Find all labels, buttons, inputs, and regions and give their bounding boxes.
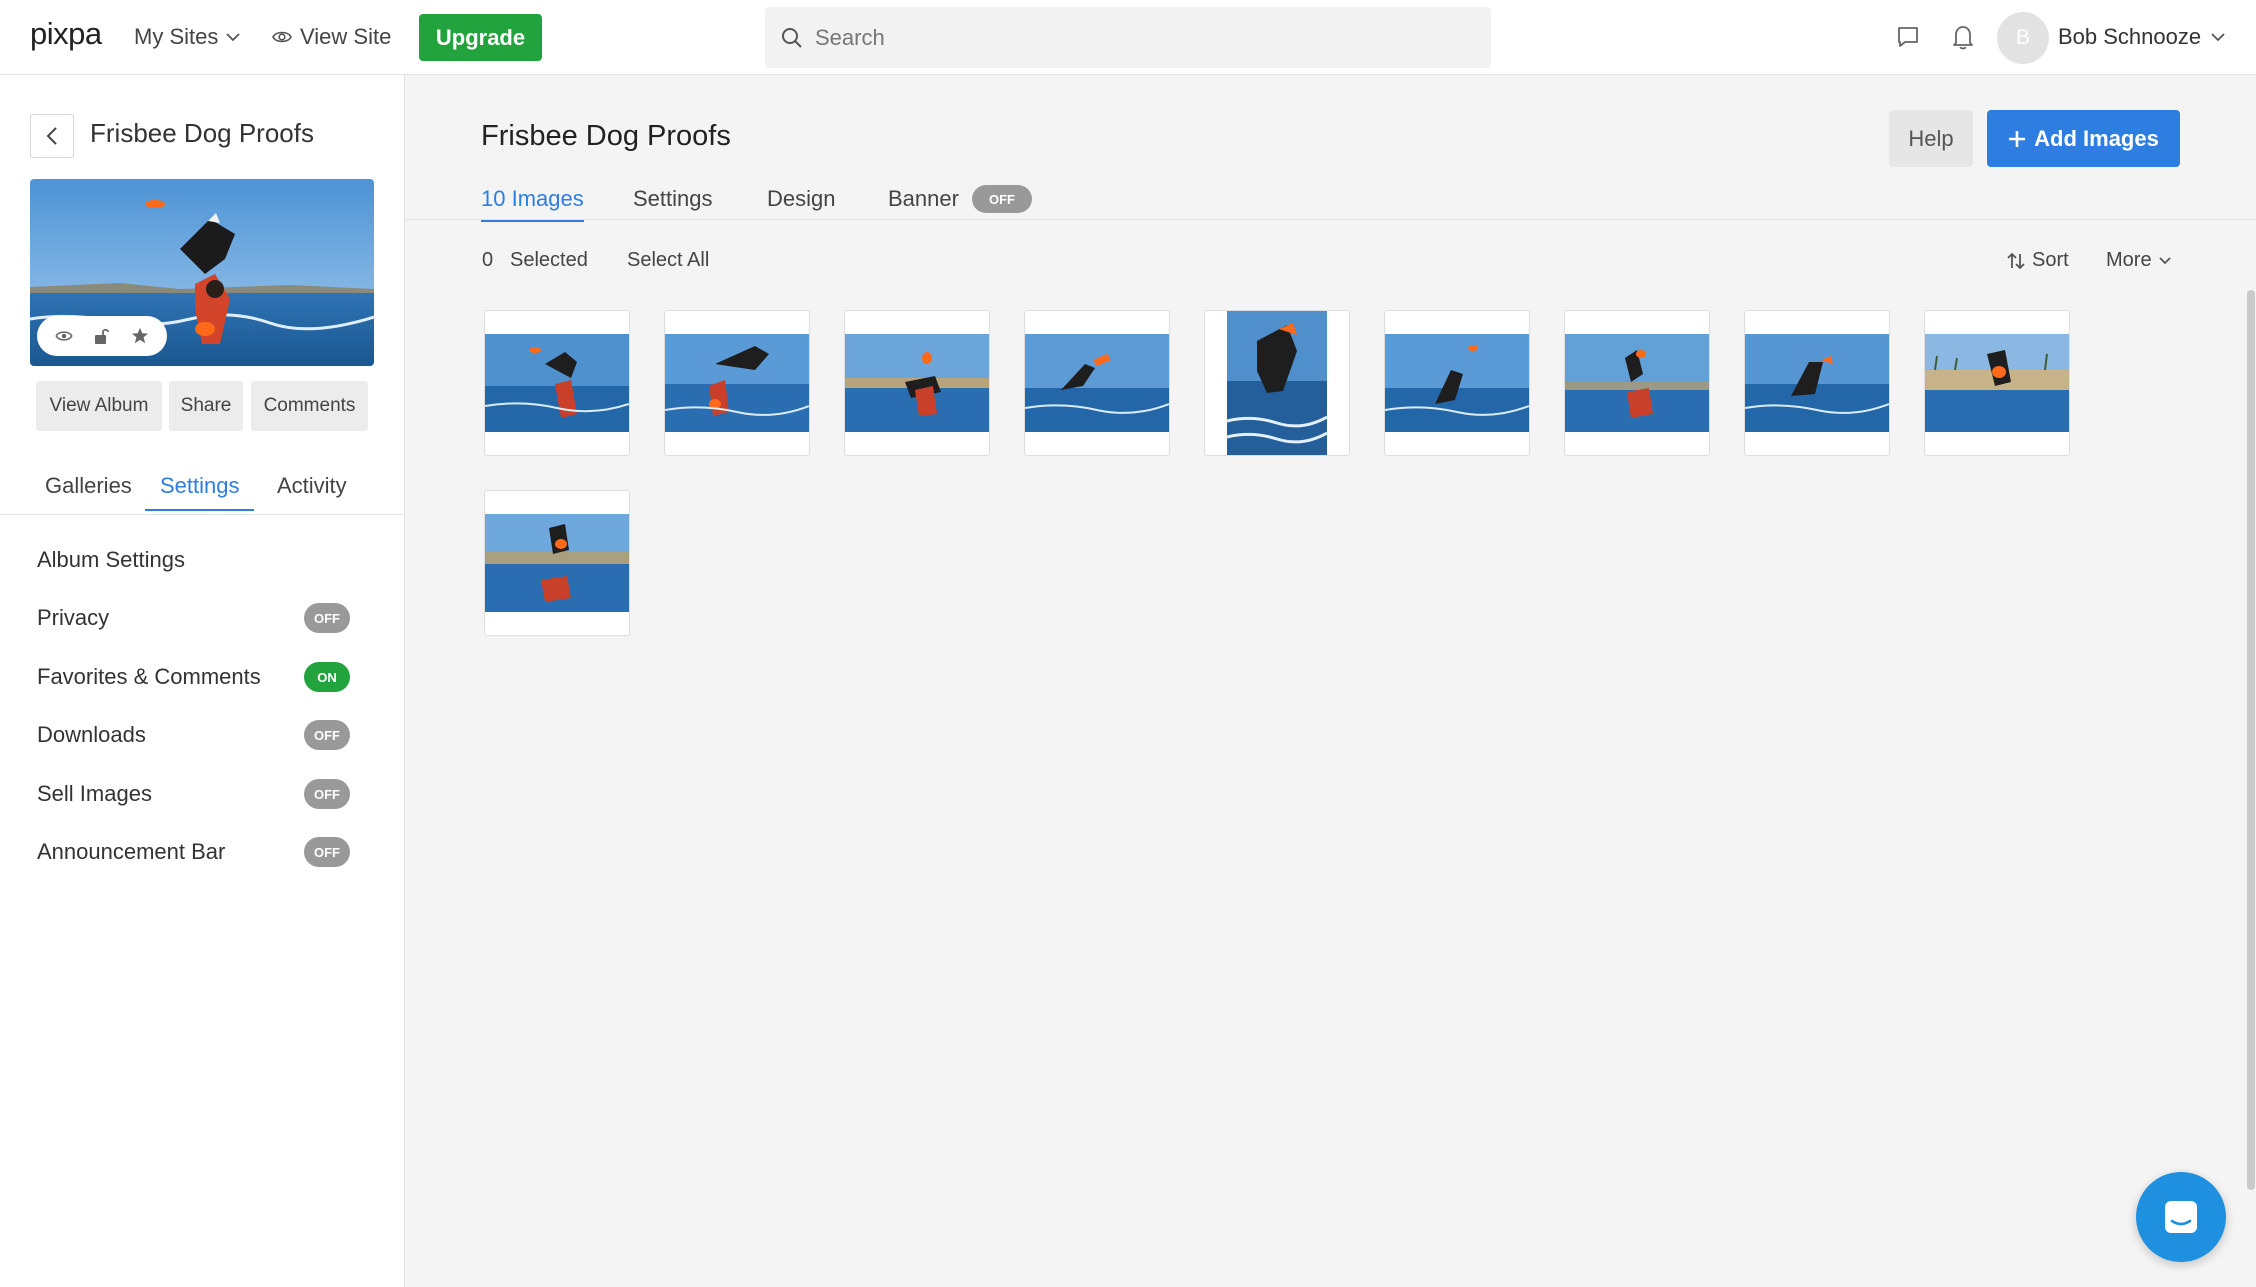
menu-label: Privacy bbox=[37, 605, 110, 630]
downloads-toggle[interactable]: OFF bbox=[304, 720, 350, 750]
tab-galleries[interactable]: Galleries bbox=[45, 473, 132, 509]
selected-label: Selected bbox=[510, 249, 588, 271]
view-album-button[interactable]: View Album bbox=[36, 381, 162, 431]
sidebar-tabs: Galleries Settings Activity bbox=[0, 465, 404, 515]
sidebar: Frisbee Dog Proofs View Album Share Comm… bbox=[0, 75, 405, 1287]
announcement-bar-toggle[interactable]: OFF bbox=[304, 837, 350, 867]
my-sites-menu[interactable]: My Sites bbox=[134, 24, 240, 50]
main-tabs: 10 Images Settings Design Banner OFF bbox=[406, 175, 2256, 222]
add-images-label: Add Images bbox=[2034, 125, 2159, 151]
chat-icon bbox=[2165, 1201, 2197, 1233]
menu-privacy[interactable]: Privacy OFF bbox=[37, 598, 367, 638]
top-bar: pixpa My Sites View Site Upgrade B Bob S… bbox=[0, 0, 2256, 75]
chat-launcher-button[interactable] bbox=[2136, 1172, 2226, 1262]
scrollbar[interactable] bbox=[2247, 290, 2255, 1190]
search-input[interactable] bbox=[815, 24, 1415, 51]
page-title: Frisbee Dog Proofs bbox=[481, 120, 731, 152]
eye-icon[interactable] bbox=[55, 330, 73, 342]
menu-downloads[interactable]: Downloads OFF bbox=[37, 715, 367, 755]
image-thumbnail[interactable] bbox=[1744, 310, 1890, 456]
comments-button[interactable]: Comments bbox=[251, 381, 368, 431]
help-button[interactable]: Help bbox=[1889, 110, 1973, 167]
chevron-down-icon bbox=[226, 33, 240, 42]
plus-icon bbox=[2009, 130, 2026, 147]
user-name: Bob Schnooze bbox=[2058, 24, 2202, 49]
tab-images[interactable]: 10 Images bbox=[481, 186, 584, 222]
menu-label: Album Settings bbox=[37, 547, 185, 572]
chevron-down-icon bbox=[2158, 256, 2171, 264]
tab-design[interactable]: Design bbox=[767, 186, 835, 220]
favorites-comments-toggle[interactable]: ON bbox=[304, 662, 350, 692]
more-menu[interactable]: More bbox=[2106, 249, 2172, 272]
banner-toggle[interactable]: OFF bbox=[972, 185, 1032, 213]
image-thumbnail[interactable] bbox=[1384, 310, 1530, 456]
menu-label: Announcement Bar bbox=[37, 839, 226, 864]
sort-icon bbox=[2007, 252, 2025, 269]
image-thumbnail[interactable] bbox=[484, 490, 630, 636]
avatar[interactable]: B bbox=[1997, 12, 2049, 64]
tab-activity[interactable]: Activity bbox=[277, 473, 347, 509]
view-site-link[interactable]: View Site bbox=[272, 24, 391, 50]
tab-settings-main[interactable]: Settings bbox=[633, 186, 713, 220]
image-thumbnail[interactable] bbox=[1204, 310, 1350, 456]
menu-album-settings[interactable]: Album Settings bbox=[37, 540, 367, 580]
back-button[interactable] bbox=[30, 114, 74, 158]
menu-label: Downloads bbox=[37, 722, 146, 747]
menu-announcement-bar[interactable]: Announcement Bar OFF bbox=[37, 832, 367, 872]
messages-icon[interactable] bbox=[1893, 22, 1923, 52]
tab-settings[interactable]: Settings bbox=[145, 473, 254, 511]
menu-label: Favorites & Comments bbox=[37, 664, 261, 689]
cover-icon-bar bbox=[37, 316, 167, 356]
pixpa-logo[interactable]: pixpa bbox=[30, 16, 102, 52]
bell-icon[interactable] bbox=[1948, 22, 1978, 52]
tab-banner[interactable]: Banner bbox=[888, 186, 959, 220]
image-thumbnail[interactable] bbox=[1024, 310, 1170, 456]
image-thumbnail[interactable] bbox=[1564, 310, 1710, 456]
add-images-button[interactable]: Add Images bbox=[1987, 110, 2180, 167]
search-icon bbox=[782, 27, 802, 48]
privacy-toggle[interactable]: OFF bbox=[304, 603, 350, 633]
my-sites-label: My Sites bbox=[134, 24, 219, 49]
eye-icon bbox=[272, 31, 292, 43]
chevron-left-icon bbox=[46, 127, 57, 145]
image-thumbnail[interactable] bbox=[664, 310, 810, 456]
image-thumbnail[interactable] bbox=[844, 310, 990, 456]
album-cover-image[interactable] bbox=[30, 179, 374, 366]
sell-images-toggle[interactable]: OFF bbox=[304, 779, 350, 809]
sort-button[interactable]: Sort bbox=[2006, 249, 2069, 272]
user-menu[interactable]: Bob Schnooze bbox=[2058, 24, 2225, 50]
chevron-down-icon bbox=[2211, 33, 2225, 42]
image-thumbnail[interactable] bbox=[484, 310, 630, 456]
selected-count: 0 bbox=[482, 249, 494, 271]
search-box[interactable] bbox=[765, 7, 1491, 68]
menu-label: Sell Images bbox=[37, 781, 152, 806]
select-all-button[interactable]: Select All bbox=[627, 249, 709, 272]
unlock-icon[interactable] bbox=[93, 327, 111, 345]
sort-label: Sort bbox=[2032, 249, 2069, 271]
album-title: Frisbee Dog Proofs bbox=[90, 118, 314, 148]
share-button[interactable]: Share bbox=[169, 381, 243, 431]
menu-favorites-comments[interactable]: Favorites & Comments ON bbox=[37, 657, 367, 697]
menu-sell-images[interactable]: Sell Images OFF bbox=[37, 774, 367, 814]
upgrade-button[interactable]: Upgrade bbox=[419, 14, 542, 61]
more-label: More bbox=[2106, 249, 2152, 271]
image-thumbnail[interactable] bbox=[1924, 310, 2070, 456]
view-site-label: View Site bbox=[300, 24, 392, 49]
star-icon[interactable] bbox=[131, 327, 149, 345]
